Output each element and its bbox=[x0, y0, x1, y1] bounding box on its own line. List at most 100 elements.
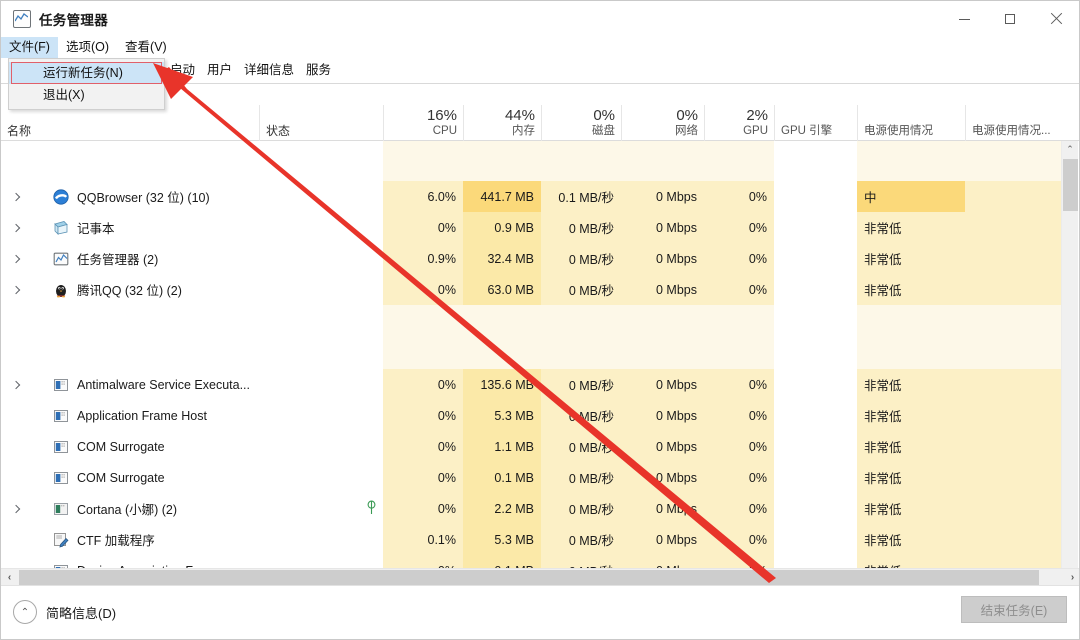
cell-value-network: 0 Mbps bbox=[621, 212, 704, 243]
column-header-cpu[interactable]: 16% CPU bbox=[383, 105, 463, 141]
cell-value-disk: 0 MB/秒 bbox=[541, 493, 621, 524]
vertical-scroll-thumb[interactable] bbox=[1063, 159, 1078, 211]
scroll-up-icon[interactable]: ⌃ bbox=[1062, 141, 1078, 158]
expand-chevron-icon[interactable] bbox=[13, 504, 23, 514]
task-manager-window: 任务管理器 文件(F) 选项(O) 查看(V) 启动 用户 详细信息 服务 运行… bbox=[0, 0, 1080, 640]
process-name: COM Surrogate bbox=[53, 431, 165, 462]
group-header-row[interactable]: 应用 (4) bbox=[1, 141, 1080, 181]
cell-value-gpu: 0% bbox=[704, 243, 774, 274]
cell-disk bbox=[541, 305, 621, 329]
column-label-name: 名称 bbox=[7, 124, 253, 141]
cell-status bbox=[259, 212, 383, 243]
vertical-scrollbar[interactable]: ⌃ bbox=[1061, 141, 1078, 569]
process-name-label: QQBrowser (32 位) (10) bbox=[77, 187, 210, 206]
cell-gpuengine bbox=[774, 212, 857, 243]
cell-value-gpu: 0% bbox=[704, 400, 774, 431]
column-header-power-usage[interactable]: 电源使用情况 bbox=[857, 105, 965, 141]
title-bar: 任务管理器 bbox=[1, 1, 1079, 37]
group-header-row[interactable]: 后台进程 (49) bbox=[1, 329, 1080, 369]
cell-value-memory: 32.4 MB bbox=[463, 243, 541, 274]
cell-gpu bbox=[704, 305, 774, 329]
process-name-label: COM Surrogate bbox=[77, 471, 165, 485]
menu-view[interactable]: 查看(V) bbox=[117, 37, 175, 58]
cell-value-memory: 135.6 MB bbox=[463, 369, 541, 400]
expand-chevron-icon[interactable] bbox=[13, 192, 23, 202]
process-table-body[interactable]: 应用 (4)QQBrowser (32 位) (10)6.0%441.7 MB0… bbox=[1, 141, 1080, 569]
cell-powertrend bbox=[965, 462, 1063, 493]
scroll-left-icon[interactable]: ‹ bbox=[1, 569, 18, 586]
cell-value-power: 非常低 bbox=[857, 369, 965, 400]
table-row[interactable]: 腾讯QQ (32 位) (2)0%63.0 MB0 MB/秒0 Mbps0%非常… bbox=[1, 274, 1080, 305]
cell-value-memory: 0.9 MB bbox=[463, 212, 541, 243]
column-header-disk[interactable]: 0% 磁盘 bbox=[541, 105, 621, 141]
expand-chevron-icon[interactable] bbox=[13, 380, 23, 390]
menu-item-exit[interactable]: 退出(X) bbox=[9, 84, 164, 106]
process-name: QQBrowser (32 位) (10) bbox=[53, 181, 210, 212]
process-name: Application Frame Host bbox=[53, 400, 207, 431]
table-row[interactable]: COM Surrogate0%1.1 MB0 MB/秒0 Mbps0%非常低 bbox=[1, 431, 1080, 462]
end-task-button[interactable]: 结束任务(E) bbox=[961, 596, 1067, 623]
horizontal-scrollbar[interactable]: ‹ › bbox=[1, 568, 1080, 585]
cortana-icon bbox=[53, 501, 69, 517]
task-manager-icon bbox=[53, 251, 69, 267]
table-row-spacer bbox=[1, 305, 1080, 329]
cell-powertrend bbox=[965, 141, 1063, 181]
cell-value-cpu: 0% bbox=[383, 431, 463, 462]
table-row[interactable]: 记事本0%0.9 MB0 MB/秒0 Mbps0%非常低 bbox=[1, 212, 1080, 243]
tab-details[interactable]: 详细信息 bbox=[238, 56, 300, 83]
menu-bar: 文件(F) 选项(O) 查看(V) bbox=[1, 37, 1079, 58]
table-row[interactable]: Device Association Framewo...0%0.1 MB0 M… bbox=[1, 555, 1080, 569]
cell-cpu bbox=[383, 141, 463, 181]
cell-gpuengine bbox=[774, 243, 857, 274]
column-label-gpu-engine: GPU 引擎 bbox=[781, 124, 851, 141]
horizontal-scroll-thumb[interactable] bbox=[19, 570, 1039, 585]
tab-users[interactable]: 用户 bbox=[201, 56, 238, 83]
fewer-details-button[interactable]: ⌃ 简略信息(D) bbox=[13, 600, 116, 624]
table-row[interactable]: CTF 加载程序0.1%5.3 MB0 MB/秒0 Mbps0%非常低 bbox=[1, 524, 1080, 555]
column-header-memory[interactable]: 44% 内存 bbox=[463, 105, 541, 141]
cell-status bbox=[259, 555, 383, 569]
notepad-icon bbox=[53, 220, 69, 236]
cell-value-network: 0 Mbps bbox=[621, 493, 704, 524]
cell-memory bbox=[463, 305, 541, 329]
column-header-gpu[interactable]: 2% GPU bbox=[704, 105, 774, 141]
expand-chevron-icon[interactable] bbox=[13, 254, 23, 264]
process-name-label: COM Surrogate bbox=[77, 440, 165, 454]
close-button[interactable] bbox=[1033, 1, 1079, 37]
cell-cpu bbox=[383, 305, 463, 329]
maximize-button[interactable] bbox=[987, 1, 1033, 37]
column-header-status[interactable]: 状态 bbox=[259, 105, 383, 141]
cell-powertrend bbox=[965, 274, 1063, 305]
menu-file[interactable]: 文件(F) bbox=[1, 37, 58, 58]
column-header-power-trend[interactable]: 电源使用情况... bbox=[965, 105, 1063, 141]
cell-name bbox=[1, 329, 259, 369]
column-label-gpu: GPU bbox=[711, 124, 768, 141]
table-row[interactable]: 任务管理器 (2)0.9%32.4 MB0 MB/秒0 Mbps0%非常低 bbox=[1, 243, 1080, 274]
table-row[interactable]: Cortana (小娜) (2)0%2.2 MB0 MB/秒0 Mbps0%非常… bbox=[1, 493, 1080, 524]
process-name: CTF 加载程序 bbox=[53, 524, 155, 555]
expand-chevron-icon[interactable] bbox=[13, 285, 23, 295]
column-pct-disk: 0% bbox=[548, 108, 615, 124]
table-row[interactable]: COM Surrogate0%0.1 MB0 MB/秒0 Mbps0%非常低 bbox=[1, 462, 1080, 493]
column-label-network: 网络 bbox=[628, 124, 698, 141]
table-row[interactable]: QQBrowser (32 位) (10)6.0%441.7 MB0.1 MB/… bbox=[1, 181, 1080, 212]
cell-status bbox=[259, 243, 383, 274]
scroll-right-icon[interactable]: › bbox=[1064, 569, 1080, 586]
cell-disk bbox=[541, 141, 621, 181]
cell-gpuengine bbox=[774, 181, 857, 212]
minimize-button[interactable] bbox=[941, 1, 987, 37]
table-row[interactable]: Application Frame Host0%5.3 MB0 MB/秒0 Mb… bbox=[1, 400, 1080, 431]
cell-network bbox=[621, 329, 704, 369]
column-header-name[interactable]: 名称 bbox=[1, 105, 259, 141]
column-header-network[interactable]: 0% 网络 bbox=[621, 105, 704, 141]
menu-options[interactable]: 选项(O) bbox=[58, 37, 117, 58]
tab-services[interactable]: 服务 bbox=[300, 56, 337, 83]
tab-startup[interactable]: 启动 bbox=[164, 56, 201, 83]
expand-chevron-icon[interactable] bbox=[13, 223, 23, 233]
process-name-label: Application Frame Host bbox=[77, 409, 207, 423]
table-row[interactable]: Antimalware Service Executa...0%135.6 MB… bbox=[1, 369, 1080, 400]
cell-value-power: 非常低 bbox=[857, 555, 965, 569]
cell-powertrend bbox=[965, 329, 1063, 369]
menu-item-run-new-task[interactable]: 运行新任务(N) bbox=[9, 62, 164, 84]
column-header-gpu-engine[interactable]: GPU 引擎 bbox=[774, 105, 857, 141]
